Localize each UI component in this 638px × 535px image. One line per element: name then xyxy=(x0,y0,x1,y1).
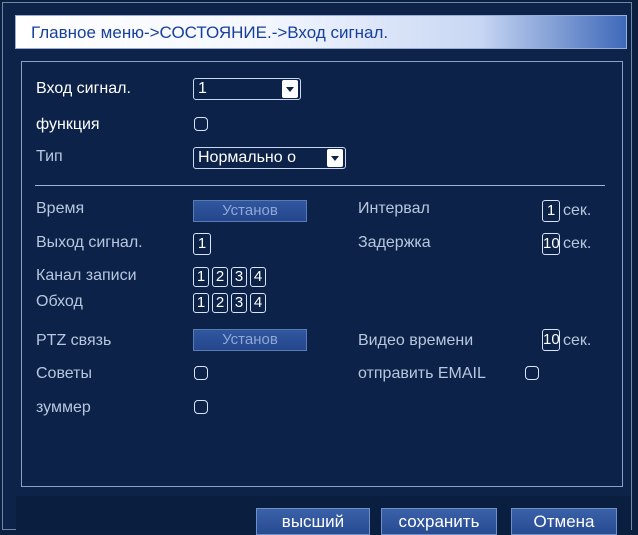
dialog-frame: Главное меню->СОСТОЯНИЕ.->Вход сигнал. В… xyxy=(2,2,632,535)
video-time-label: Видео времени xyxy=(358,332,474,349)
alarm-input-select[interactable]: 1 xyxy=(193,78,301,100)
delay-input[interactable]: 10 xyxy=(542,233,560,255)
send-email-label: отправить EMAIL xyxy=(358,365,486,382)
delay-label: Задержка xyxy=(358,234,431,251)
breadcrumb: Главное меню->СОСТОЯНИЕ.->Вход сигнал. xyxy=(31,23,389,42)
time-label: Время xyxy=(36,200,85,217)
video-time-input[interactable]: 10 xyxy=(542,329,560,351)
alarm-input-value: 1 xyxy=(198,80,207,97)
buzzer-checkbox[interactable] xyxy=(194,400,208,414)
ptz-link-label: PTZ связь xyxy=(36,332,112,349)
type-select[interactable]: Нормально о xyxy=(193,147,346,169)
buzzer-label: зуммер xyxy=(36,399,91,416)
advanced-button[interactable]: высший xyxy=(256,508,370,535)
alarm-output-channel[interactable]: 1 xyxy=(193,233,211,255)
tour-channel-1[interactable]: 1 xyxy=(193,293,209,313)
ptz-setup-button[interactable]: Установ xyxy=(193,329,307,351)
send-email-checkbox[interactable] xyxy=(525,366,539,380)
function-checkbox[interactable] xyxy=(194,117,208,131)
record-channel-2[interactable]: 2 xyxy=(212,267,228,287)
interval-input[interactable]: 1 xyxy=(542,200,560,222)
video-time-unit: сек. xyxy=(563,332,592,349)
title-bar: Главное меню->СОСТОЯНИЕ.->Вход сигнал. xyxy=(15,15,627,49)
type-value: Нормально о xyxy=(198,149,296,166)
type-label: Тип xyxy=(36,148,63,165)
chevron-down-icon xyxy=(327,149,343,167)
tips-checkbox[interactable] xyxy=(194,366,208,380)
tour-label: Обход xyxy=(36,293,83,310)
record-channel-3[interactable]: 3 xyxy=(231,267,247,287)
chevron-down-icon xyxy=(282,80,298,98)
record-channel-1[interactable]: 1 xyxy=(193,267,209,287)
tips-label: Советы xyxy=(36,365,92,382)
tour-channel-3[interactable]: 3 xyxy=(231,293,247,313)
delay-unit: сек. xyxy=(563,235,592,252)
divider xyxy=(35,185,605,186)
function-label: функция xyxy=(36,116,100,133)
time-setup-button[interactable]: Установ xyxy=(193,200,307,222)
alarm-input-label: Вход сигнал. xyxy=(36,80,131,97)
interval-label: Интервал xyxy=(358,200,430,217)
record-channel-label: Канал записи xyxy=(36,267,137,284)
cancel-button[interactable]: Отмена xyxy=(511,508,617,535)
interval-unit: сек. xyxy=(563,202,592,219)
alarm-output-label: Выход сигнал. xyxy=(36,234,143,251)
tour-channel-2[interactable]: 2 xyxy=(212,293,228,313)
tour-channel-4[interactable]: 4 xyxy=(250,293,266,313)
record-channel-4[interactable]: 4 xyxy=(250,267,266,287)
save-button[interactable]: сохранить xyxy=(381,508,497,535)
